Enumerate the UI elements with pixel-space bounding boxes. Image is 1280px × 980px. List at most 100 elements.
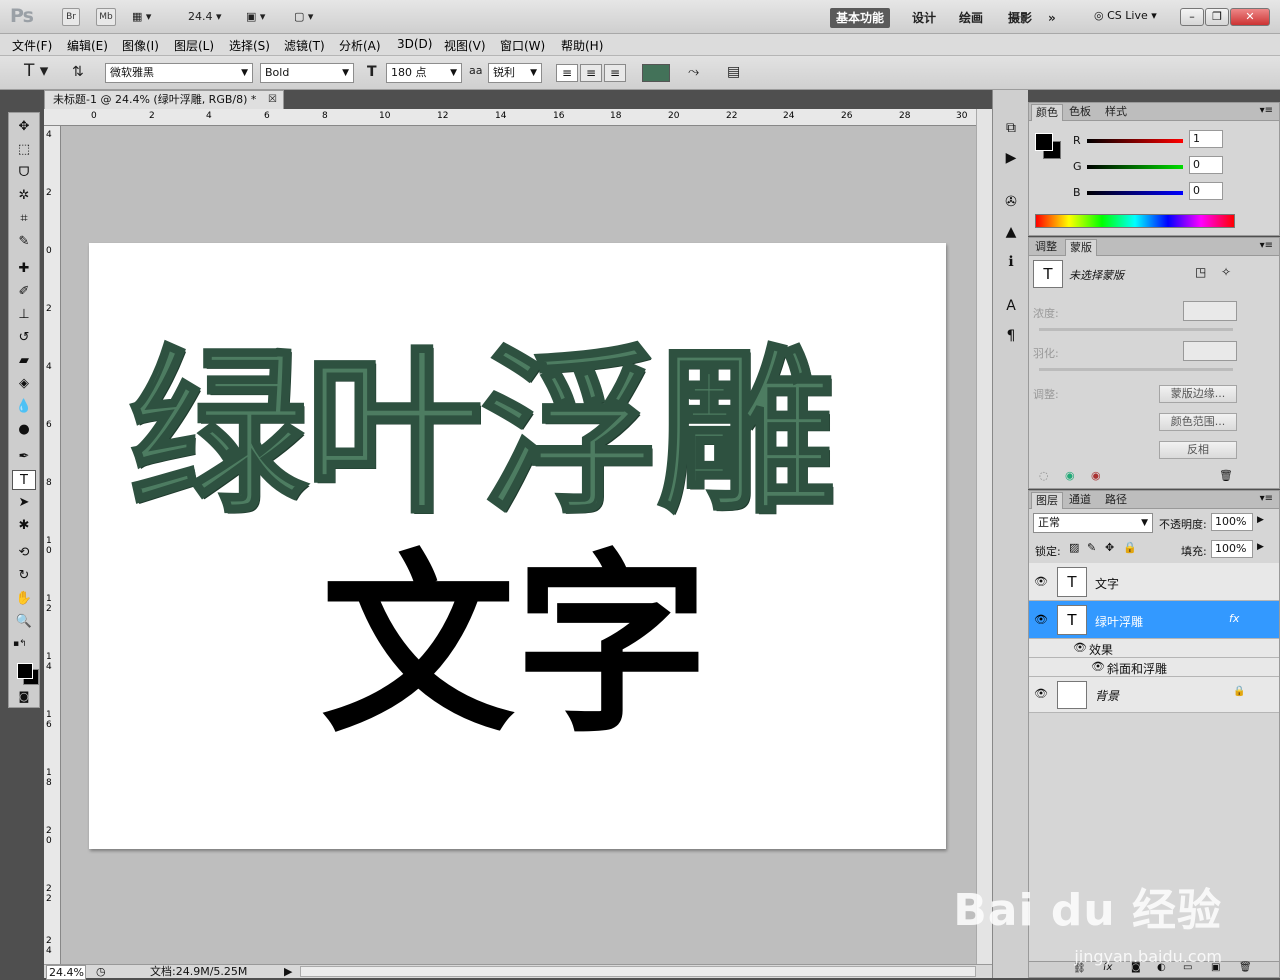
cs-live-button[interactable]: ◎ CS Live ▾ <box>1094 9 1157 22</box>
opacity-arrow[interactable]: ▶ <box>1257 515 1264 525</box>
zoom-tool-icon[interactable]: 🔍 <box>12 612 36 632</box>
custom-shape-tool-icon[interactable]: ✱ <box>12 516 36 536</box>
menu-file[interactable]: 文件(F) <box>12 37 52 54</box>
layer-bevel-emboss-row[interactable]: 👁 斜面和浮雕 <box>1029 658 1279 677</box>
text-color-swatch[interactable] <box>642 64 670 82</box>
3d-rotate-tool-icon[interactable]: ⟲ <box>12 543 36 563</box>
menu-layer[interactable]: 图层(L) <box>174 37 214 54</box>
density-slider[interactable] <box>1039 328 1233 331</box>
screen-mode-dropdown[interactable]: ▢ ▾ <box>294 10 313 23</box>
healing-brush-tool-icon[interactable]: ✚ <box>12 259 36 279</box>
visibility-eye-icon[interactable]: 👁 <box>1034 575 1048 588</box>
visibility-eye-icon[interactable]: 👁 <box>1091 660 1105 673</box>
arrange-documents-dropdown[interactable]: ▣ ▾ <box>246 10 265 23</box>
panel-menu-icon[interactable]: ▾≡ <box>1260 105 1273 116</box>
layer-row-background[interactable]: 👁 背景 🔒 <box>1029 677 1279 713</box>
restore-button[interactable]: ❐ <box>1205 8 1229 26</box>
feather-slider[interactable] <box>1039 368 1233 371</box>
visibility-eye-icon[interactable]: 👁 <box>1034 687 1048 700</box>
tab-channels[interactable]: 通道 <box>1065 492 1095 509</box>
align-left-button[interactable]: ≡ <box>556 64 578 82</box>
3d-orbit-tool-icon[interactable]: ↻ <box>12 566 36 586</box>
bridge-button[interactable]: Br <box>62 8 80 26</box>
crop-tool-icon[interactable]: ⌗ <box>12 209 36 229</box>
lasso-tool-icon[interactable]: ᗜ <box>12 163 36 183</box>
font-family-select[interactable]: 微软雅黑 ▼ <box>105 63 253 83</box>
status-icon[interactable]: ◷ <box>96 965 106 978</box>
lock-image-icon[interactable]: ✎ <box>1087 541 1096 554</box>
align-right-button[interactable]: ≡ <box>604 64 626 82</box>
minimize-button[interactable]: – <box>1180 8 1204 26</box>
close-button[interactable]: ✕ <box>1230 8 1270 26</box>
warp-text-icon[interactable]: ⤳ <box>688 64 699 80</box>
quick-mask-icon[interactable]: ◙ <box>12 687 36 707</box>
tab-color[interactable]: 颜色 <box>1031 104 1063 121</box>
marquee-tool-icon[interactable]: ⬚ <box>12 140 36 160</box>
b-slider[interactable] <box>1087 191 1183 195</box>
panel-menu-icon[interactable]: ▾≡ <box>1260 493 1273 504</box>
history-brush-tool-icon[interactable]: ↺ <box>12 328 36 348</box>
foreground-color-swatch[interactable] <box>17 663 33 679</box>
workspace-painting[interactable]: 绘画 <box>953 8 989 28</box>
workspace-more-button[interactable]: » <box>1042 8 1062 28</box>
text-tool-preset-icon[interactable]: T ▾ <box>24 61 48 81</box>
tab-adjustments[interactable]: 调整 <box>1031 239 1061 256</box>
delete-mask-icon[interactable]: 🗑 <box>1219 469 1233 482</box>
quick-selection-tool-icon[interactable]: ✲ <box>12 186 36 206</box>
zoom-dropdown[interactable]: 24.4 ▾ <box>188 10 222 23</box>
font-style-select[interactable]: Bold ▼ <box>260 63 354 83</box>
font-size-select[interactable]: 180 点 ▼ <box>386 63 462 83</box>
panel-menu-icon[interactable]: ▾≡ <box>1260 240 1273 251</box>
disable-mask-icon[interactable]: ◉ <box>1091 469 1101 482</box>
path-selection-tool-icon[interactable]: ➤ <box>12 493 36 513</box>
layer-row-embossed[interactable]: 👁 T 绿叶浮雕 fx <box>1029 601 1279 639</box>
b-value[interactable]: 0 <box>1189 182 1223 200</box>
clone-stamp-tool-icon[interactable]: ⊥ <box>12 305 36 325</box>
menu-edit[interactable]: 编辑(E) <box>67 37 108 54</box>
vertical-scrollbar[interactable] <box>976 109 992 964</box>
lock-all-icon[interactable]: 🔒 <box>1123 541 1137 554</box>
anti-alias-select[interactable]: 锐利 ▼ <box>488 63 542 83</box>
menu-window[interactable]: 窗口(W) <box>500 37 545 54</box>
layer-row-text[interactable]: 👁 T 文字 <box>1029 563 1279 601</box>
color-range-button[interactable]: 颜色范围... <box>1159 413 1237 431</box>
default-colors-icon[interactable]: ▪↰ <box>13 639 27 649</box>
eyedropper-tool-icon[interactable]: ✎ <box>12 232 36 252</box>
align-center-button[interactable]: ≡ <box>580 64 602 82</box>
mask-edge-button[interactable]: 蒙版边缘... <box>1159 385 1237 403</box>
density-field[interactable] <box>1183 301 1237 321</box>
histogram-panel-icon[interactable]: ▲ <box>1001 222 1021 242</box>
pen-tool-icon[interactable]: ✒ <box>12 447 36 467</box>
feather-field[interactable] <box>1183 341 1237 361</box>
toggle-orientation-icon[interactable]: ⇅ <box>72 64 84 80</box>
move-tool-icon[interactable]: ✥ <box>12 117 36 137</box>
visibility-eye-icon[interactable]: 👁 <box>1073 641 1087 654</box>
blur-tool-icon[interactable]: 💧 <box>12 397 36 417</box>
lock-transparent-icon[interactable]: ▨ <box>1069 541 1079 554</box>
fill-field[interactable]: 100% <box>1211 540 1253 558</box>
extras-dropdown[interactable]: ▦ ▾ <box>132 10 151 23</box>
tab-masks[interactable]: 蒙版 <box>1065 239 1097 256</box>
layer-effects-row[interactable]: 👁 效果 <box>1029 639 1279 658</box>
paragraph-panel-icon[interactable]: ¶ <box>1001 326 1021 346</box>
hand-tool-icon[interactable]: ✋ <box>12 589 36 609</box>
brush-tool-icon[interactable]: ✐ <box>12 282 36 302</box>
status-menu-arrow[interactable]: ▶ <box>284 965 292 978</box>
fill-arrow[interactable]: ▶ <box>1257 542 1264 552</box>
r-value[interactable]: 1 <box>1189 130 1223 148</box>
close-document-icon[interactable]: ☒ <box>268 91 277 109</box>
minibridge-button[interactable]: Mb <box>96 8 116 26</box>
g-slider[interactable] <box>1087 165 1183 169</box>
tab-layers[interactable]: 图层 <box>1031 492 1063 509</box>
vector-mask-icon[interactable]: ✧ <box>1221 265 1231 279</box>
character-panel-icon[interactable]: ▤ <box>727 64 740 80</box>
history-panel-icon[interactable]: ⧉ <box>1001 118 1021 138</box>
apply-mask-icon[interactable]: ◉ <box>1065 469 1075 482</box>
g-value[interactable]: 0 <box>1189 156 1223 174</box>
pixel-mask-icon[interactable]: ◳ <box>1195 265 1206 279</box>
tab-styles[interactable]: 样式 <box>1101 104 1131 121</box>
actions-panel-icon[interactable]: ▶ <box>1001 148 1021 168</box>
load-selection-icon[interactable]: ◌ <box>1039 469 1049 482</box>
workspace-design[interactable]: 设计 <box>906 8 942 28</box>
document-canvas[interactable]: 绿叶浮雕 文字 <box>89 243 946 849</box>
